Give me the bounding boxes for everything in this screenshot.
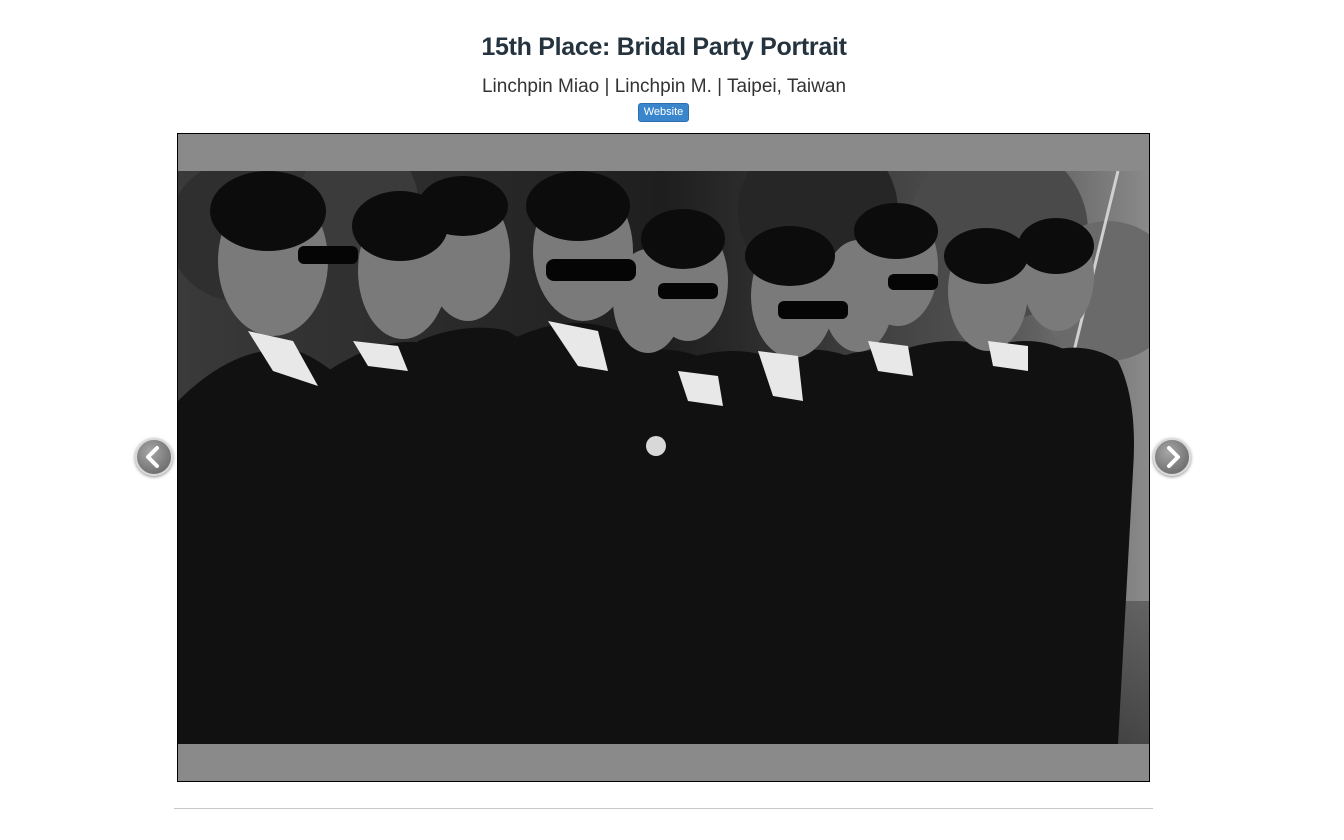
website-button[interactable]: Website [638, 103, 689, 122]
next-slide-button[interactable] [1153, 438, 1191, 476]
chevron-right-icon [1167, 446, 1180, 468]
photographer-credit: Linchpin Miao | Linchpin M. | Taipei, Ta… [481, 76, 847, 97]
divider [174, 808, 1153, 809]
winning-photo [178, 134, 1149, 745]
chevron-left-icon [146, 446, 159, 468]
page-title: 15th Place: Bridal Party Portrait [481, 33, 847, 61]
previous-slide-button[interactable] [135, 438, 173, 476]
slideshow-frame [177, 133, 1150, 782]
